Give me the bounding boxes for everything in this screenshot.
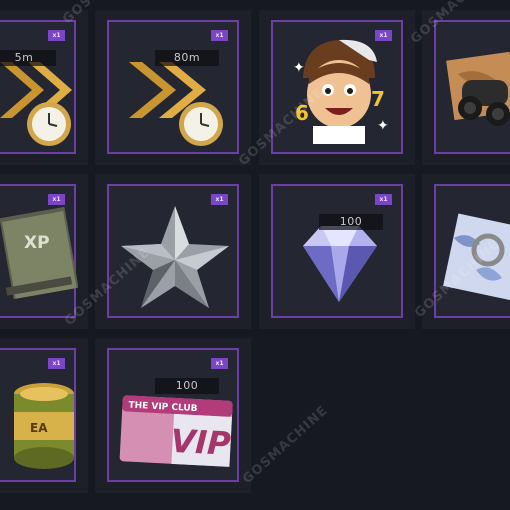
inventory-slot[interactable]: 100 x1	[259, 174, 415, 329]
watermark: GOSMACHINE	[240, 402, 332, 488]
inventory-slot[interactable]: x1	[95, 174, 251, 329]
item-frame: 6 7 ✦ ✦ x1	[271, 20, 403, 154]
inventory-slot[interactable]: XP x1	[0, 174, 88, 329]
binoculars-map-icon	[446, 51, 510, 126]
vip-card-icon: THE VIP CLUB VIP	[119, 395, 233, 467]
svg-text:✦: ✦	[377, 118, 389, 134]
item-quantity: 80m	[155, 50, 219, 66]
inventory-grid: 5m x1 80m x1 6 7 ✦ ✦ x1 XP x1 x1 100 x1 …	[0, 0, 510, 510]
svg-text:✦: ✦	[293, 60, 305, 76]
item-frame: THE VIP CLUB VIP 100 x1	[107, 348, 239, 482]
inventory-slot[interactable]: THE VIP CLUB VIP 100 x1	[95, 338, 251, 493]
item-frame	[434, 184, 510, 318]
inventory-slot[interactable]: 5m x1	[0, 10, 88, 165]
item-frame	[434, 20, 510, 154]
double-chevron-clock-icon	[129, 62, 223, 146]
character-sticker-icon: 6 7 ✦ ✦	[293, 39, 389, 144]
svg-text:XP: XP	[24, 233, 50, 253]
inventory-slot[interactable]: EA x1	[0, 338, 88, 493]
inventory-slot[interactable]: 6 7 ✦ ✦ x1	[259, 10, 415, 165]
item-count-badge: x1	[48, 194, 65, 205]
xp-booklet-icon: XP	[0, 206, 78, 300]
svg-text:6: 6	[295, 101, 309, 125]
item-count-badge: x1	[211, 194, 228, 205]
vip-card-text: VIP	[170, 422, 233, 463]
inventory-slot[interactable]	[422, 174, 510, 329]
item-count-badge: x1	[48, 358, 65, 369]
inventory-slot[interactable]	[422, 10, 510, 165]
item-frame: EA x1	[0, 348, 76, 482]
item-frame: XP x1	[0, 184, 78, 318]
item-count-badge: x1	[375, 194, 392, 205]
svg-text:EA: EA	[30, 421, 48, 435]
double-chevron-clock-icon	[0, 62, 72, 146]
item-count-badge: x1	[375, 30, 392, 41]
inventory-slot[interactable]: 80m x1	[95, 10, 251, 165]
item-count-badge: x1	[211, 358, 228, 369]
diamond-icon	[303, 226, 377, 302]
item-frame: x1	[107, 184, 239, 318]
item-count-badge: x1	[211, 30, 228, 41]
item-frame: 5m x1	[0, 20, 76, 154]
item-frame: 100 x1	[271, 184, 403, 318]
item-quantity: 100	[155, 378, 219, 394]
silver-star-icon	[121, 206, 229, 308]
item-quantity: 100	[319, 214, 383, 230]
camo-pattern-icon	[443, 213, 510, 301]
svg-text:7: 7	[371, 87, 385, 111]
item-count-badge: x1	[48, 30, 65, 41]
item-frame: 80m x1	[107, 20, 239, 154]
item-quantity: 5m	[0, 50, 56, 66]
canned-food-icon: EA	[14, 383, 74, 469]
